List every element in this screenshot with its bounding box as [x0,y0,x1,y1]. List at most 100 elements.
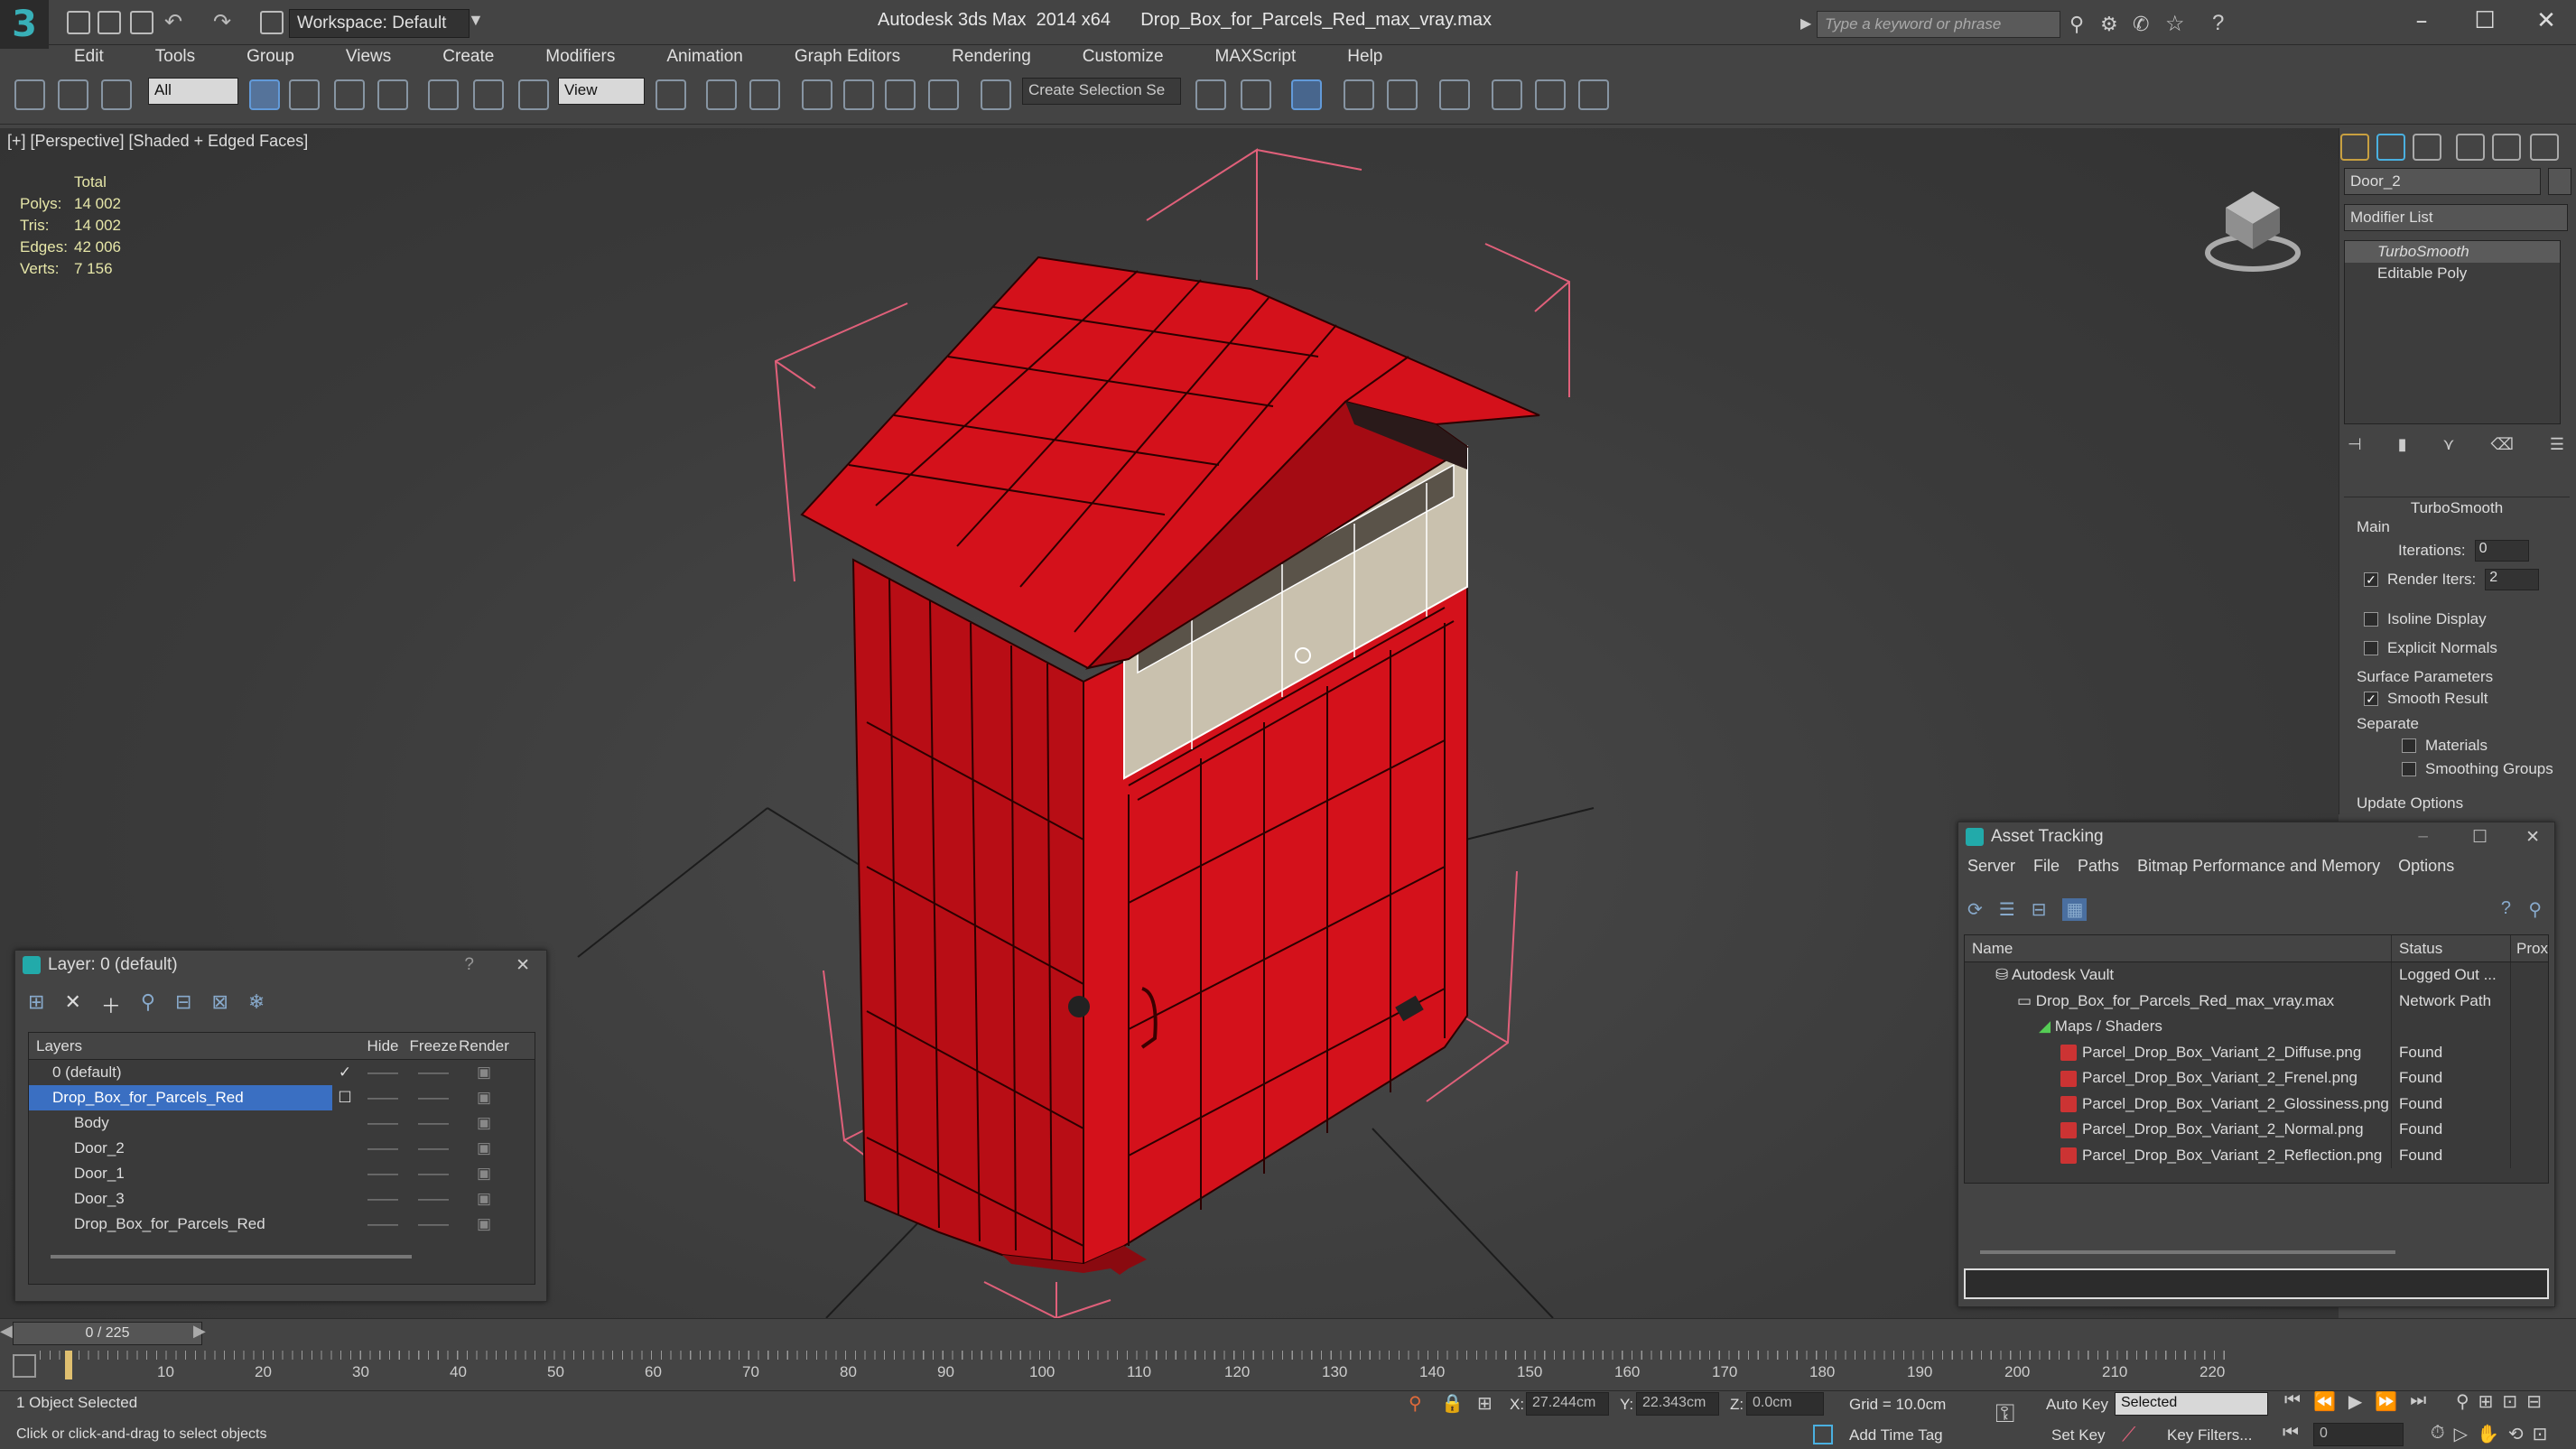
asset-row[interactable]: ◢ Maps / Shaders [1965,1014,2548,1040]
active-layer-check-icon[interactable]: ✓ [332,1060,358,1085]
layer-object-row[interactable]: Door_3 —— —— ▣ [29,1186,535,1212]
undo-icon[interactable]: ↶ [164,9,182,35]
asset-menu-paths[interactable]: Paths [2078,857,2119,876]
display-tab-icon[interactable] [2492,134,2521,161]
save-file-icon[interactable] [130,11,153,34]
selection-filter-dropdown[interactable]: All [148,78,238,105]
communication-icon[interactable]: ✆ [2133,13,2149,36]
angle-snap-icon[interactable] [843,79,874,110]
asset-list-scrollbar[interactable] [1980,1250,2395,1254]
hierarchy-tab-icon[interactable] [2413,134,2441,161]
asset-row[interactable]: Parcel_Drop_Box_Variant_2_Normal.png Fou… [1965,1117,2548,1143]
layer-row[interactable]: 0 (default) ✓ —— —— ▣ [29,1060,535,1085]
reference-coordinate-dropdown[interactable]: View [558,78,645,105]
remove-modifier-icon[interactable]: ⌫ [2491,435,2514,455]
freeze-all-layers-icon[interactable]: ❄ [248,990,265,1019]
window-crossing-icon[interactable] [377,79,408,110]
project-folder-icon[interactable] [260,11,284,34]
viewport-label[interactable]: [+] [Perspective] [Shaded + Edged Faces] [7,132,308,151]
layer-window-titlebar[interactable]: Layer: 0 (default) ? ✕ [15,951,546,980]
stack-item-editable-poly[interactable]: Editable Poly [2345,263,2560,284]
current-frame-marker[interactable] [65,1351,72,1379]
menu-group[interactable]: Group [209,45,309,72]
field-of-view-icon[interactable]: ▷ [2454,1423,2468,1445]
configure-modifier-sets-icon[interactable]: ☰ [2550,435,2564,455]
update-options-label[interactable]: Update Options [2357,794,2576,813]
subscription-icon[interactable]: ⚙ [2100,13,2118,36]
status-column-header[interactable]: Status [2391,935,2510,961]
workspace-dropdown[interactable]: Workspace: Default [289,9,470,38]
asset-minimize-button[interactable]: – [2418,827,2428,847]
asset-menu-file[interactable]: File [2033,857,2060,876]
isolate-selection-icon[interactable]: ⚲ [1409,1392,1422,1415]
schematic-view-icon[interactable] [1439,79,1470,110]
modify-tab-icon[interactable] [2376,134,2405,161]
drop-box-model[interactable] [800,255,1540,1275]
asset-row[interactable]: Parcel_Drop_Box_Variant_2_Glossiness.png… [1965,1091,2548,1117]
y-coordinate-field[interactable]: 22.343cm [1636,1392,1719,1416]
smoothing-groups-checkbox[interactable] [2402,762,2416,776]
freeze-column-header[interactable]: Freeze [408,1033,459,1059]
menu-rendering[interactable]: Rendering [915,45,1046,72]
z-coordinate-field[interactable]: 0.0cm [1746,1392,1824,1416]
set-key-button[interactable]: Set Key [2051,1426,2106,1444]
materials-checkbox[interactable] [2402,738,2416,753]
track-bar[interactable]: 10 20 30 40 50 60 70 80 90 100 110 120 1… [40,1351,2225,1383]
absolute-mode-icon[interactable]: ⊞ [1477,1392,1493,1415]
table-view-icon[interactable]: ▦ [2062,898,2088,921]
layer-list-scrollbar[interactable] [51,1255,412,1259]
layer-manager-icon[interactable] [1291,79,1322,110]
pan-view-icon[interactable]: ✋ [2477,1423,2499,1445]
minimize-button[interactable]: – [2404,7,2440,36]
snaps-toggle-icon[interactable] [802,79,832,110]
key-mode-dropdown[interactable]: Selected [2115,1392,2268,1416]
list-view-icon[interactable]: ☰ [1999,898,2015,921]
select-and-link-icon[interactable] [14,79,45,110]
zoom-icon[interactable]: ⚲ [2456,1390,2469,1413]
render-column-header[interactable]: Render [459,1033,509,1059]
close-button[interactable]: ✕ [2528,7,2564,36]
layer-object-row[interactable]: Door_2 —— —— ▣ [29,1136,535,1161]
bind-to-space-warp-icon[interactable] [101,79,132,110]
edit-named-selection-icon[interactable] [981,79,1011,110]
pin-stack-icon[interactable]: ⊣ [2348,435,2362,455]
set-key-slash-icon[interactable]: ⟋ [2122,1423,2135,1446]
render-iters-checkbox[interactable]: ✓ [2364,572,2378,587]
select-and-move-icon[interactable] [428,79,459,110]
time-slider-prev-icon[interactable]: ◀ [0,1322,13,1341]
asset-row[interactable]: ⛁ Autodesk Vault Logged Out ... [1965,962,2548,989]
modifier-stack[interactable]: TurboSmooth Editable Poly [2344,240,2561,424]
curve-editor-icon[interactable] [1387,79,1418,110]
asset-close-button[interactable]: ✕ [2525,827,2540,848]
select-and-rotate-icon[interactable] [473,79,504,110]
proxy-column-header[interactable]: Prox [2510,935,2548,961]
highlight-selected-layer-icon[interactable]: ⊟ [175,990,191,1019]
unlink-selection-icon[interactable] [58,79,88,110]
render-setup-icon[interactable] [1535,79,1566,110]
menu-edit[interactable]: Edit [49,45,118,72]
select-objects-in-layer-icon[interactable]: ⚲ [141,990,155,1019]
named-selection-dropdown[interactable]: Create Selection Se [1022,78,1181,105]
delete-layer-icon[interactable]: ✕ [64,990,80,1019]
asset-row[interactable]: Parcel_Drop_Box_Variant_2_Reflection.png… [1965,1142,2548,1168]
redo-icon[interactable]: ↷ [213,9,231,35]
asset-maximize-button[interactable]: ☐ [2472,827,2488,848]
asset-row[interactable]: Parcel_Drop_Box_Variant_2_Diffuse.png Fo… [1965,1039,2548,1065]
stack-item-turbosmooth[interactable]: TurboSmooth [2345,241,2560,263]
set-keys-key-icon[interactable]: ⚿ [1995,1399,2014,1429]
workspace-dropdown-chevron-icon[interactable]: ▼ [468,11,484,30]
mini-curve-editor-icon[interactable] [13,1354,36,1378]
menu-views[interactable]: Views [309,45,405,72]
search-expand-icon[interactable]: ▶ [1800,14,1811,33]
layer-help-button[interactable]: ? [464,955,474,975]
go-to-end-icon[interactable]: ⏭ [2410,1390,2426,1413]
keyboard-shortcut-override-icon[interactable] [749,79,780,110]
app-logo[interactable]: 3 [0,0,49,49]
hide-all-layers-icon[interactable]: ⊠ [211,990,228,1019]
object-color-swatch[interactable] [2548,168,2571,195]
menu-animation[interactable]: Animation [629,45,758,72]
x-coordinate-field[interactable]: 27.244cm [1526,1392,1609,1416]
rectangular-selection-icon[interactable] [334,79,365,110]
current-frame-field[interactable]: 0 [2313,1423,2404,1446]
previous-frame-icon[interactable]: ⏪ [2313,1390,2336,1413]
